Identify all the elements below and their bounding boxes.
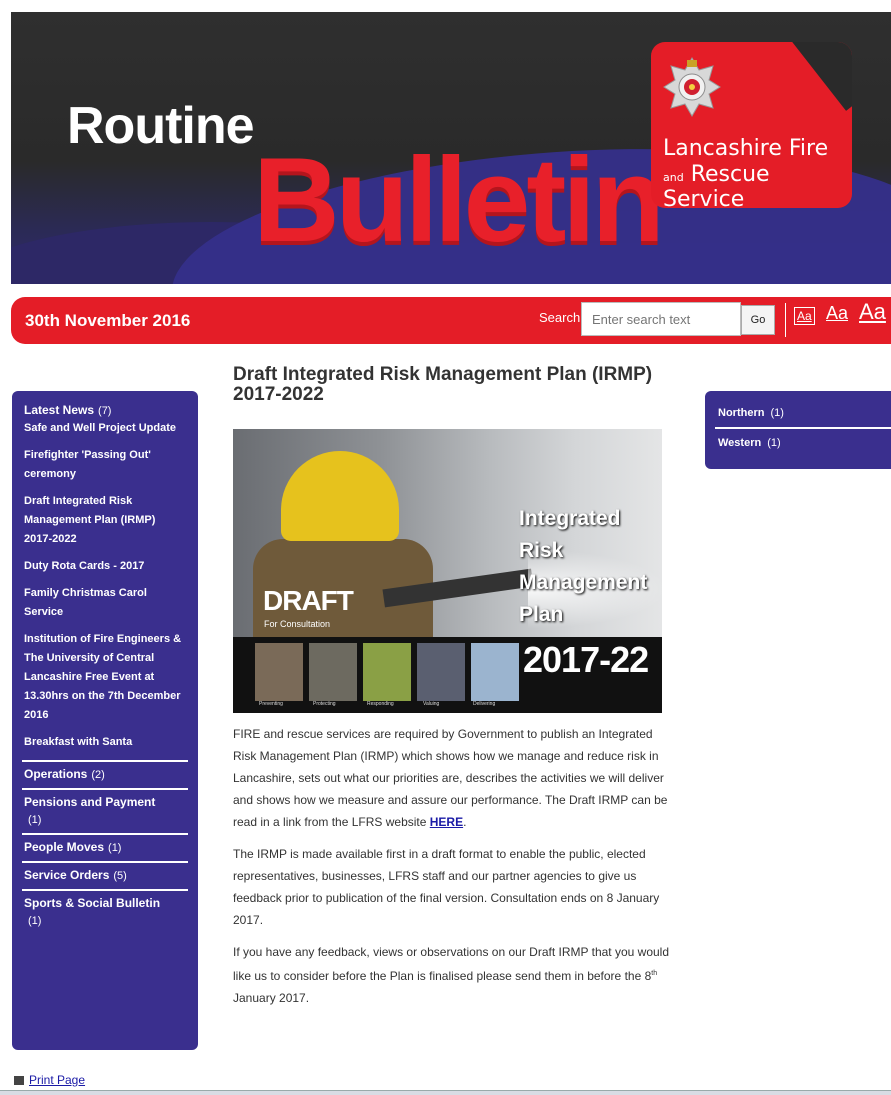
region-label: Northern bbox=[718, 407, 765, 419]
search-label: Search bbox=[539, 310, 581, 325]
print-page-label: Print Page bbox=[29, 1073, 86, 1087]
nav-category-count: (5) bbox=[113, 870, 127, 882]
logo-corner bbox=[790, 42, 852, 111]
printer-icon bbox=[14, 1076, 24, 1086]
right-sidebar: Northern (1) Western (1) bbox=[705, 391, 891, 469]
thumb-photo bbox=[309, 643, 357, 701]
region-count: (1) bbox=[767, 437, 781, 449]
left-sidebar: Latest News (7) Safe and Well Project Upd… bbox=[12, 391, 198, 1050]
image-irmp-heading: Integrated Risk Management Plan bbox=[519, 503, 647, 631]
nav-news-item[interactable]: Duty Rota Cards - 2017 bbox=[12, 557, 198, 576]
nav-news-item[interactable]: Safe and Well Project Update bbox=[12, 419, 198, 438]
nav-category-service-orders[interactable]: Service Orders (5) bbox=[22, 861, 188, 889]
image-irmp-line: Risk bbox=[519, 539, 564, 562]
paragraph-text: . bbox=[463, 815, 467, 829]
window-bottom-edge bbox=[0, 1090, 891, 1095]
nav-category-label: Operations bbox=[24, 767, 88, 781]
thumb-photo bbox=[417, 643, 465, 701]
banner-title-bulletin: Bulletin bbox=[253, 133, 665, 267]
nav-category-latest-news[interactable]: Latest News (7) bbox=[12, 401, 198, 419]
article-paragraph: If you have any feedback, views or obser… bbox=[233, 941, 671, 1009]
nav-category-operations[interactable]: Operations (2) bbox=[22, 760, 188, 788]
logo-org-name-line2: and Rescue Service bbox=[663, 162, 852, 208]
irmp-cover-image: DRAFT For Consultation Integrated Risk M… bbox=[233, 429, 662, 713]
thumb-label: Valuing bbox=[423, 701, 440, 707]
region-link-northern[interactable]: Northern (1) bbox=[705, 403, 891, 423]
search-input[interactable] bbox=[581, 302, 741, 336]
nav-category-count: (7) bbox=[98, 405, 112, 417]
bulletin-date: 30th November 2016 bbox=[25, 311, 191, 330]
nav-category-count: (1) bbox=[28, 814, 42, 826]
paragraph-superscript: th bbox=[651, 970, 658, 977]
logo-and: and bbox=[663, 171, 684, 184]
nav-category-sports-social[interactable]: Sports & Social Bulletin (1) bbox=[22, 889, 188, 934]
nav-category-label: Pensions and Payment bbox=[24, 795, 156, 809]
nav-category-label: Latest News bbox=[24, 403, 95, 417]
header-banner: Routine Bulletin Lancashire Fire and Res… bbox=[0, 0, 891, 288]
date-search-bar: 30th November 2016 Search Go Aa Aa Aa bbox=[11, 297, 891, 344]
paragraph-text: January 2017. bbox=[233, 991, 310, 1005]
image-draft-text: DRAFT bbox=[263, 585, 354, 616]
nav-category-count: (1) bbox=[108, 842, 122, 854]
banner-background: Routine Bulletin Lancashire Fire and Res… bbox=[11, 12, 891, 284]
nav-news-item[interactable]: Draft Integrated Risk Management Plan (I… bbox=[12, 492, 198, 549]
image-years-text: 2017-22 bbox=[523, 639, 649, 680]
print-page-link[interactable]: Print Page bbox=[14, 1073, 85, 1087]
fire-service-crest-icon bbox=[663, 57, 721, 117]
region-link-western[interactable]: Western (1) bbox=[705, 433, 891, 453]
image-irmp-line: Plan bbox=[519, 603, 564, 626]
paragraph-text: If you have any feedback, views or obser… bbox=[233, 945, 670, 983]
thumb-label: Preventing bbox=[259, 701, 283, 707]
article: Draft Integrated Risk Management Plan (I… bbox=[233, 365, 673, 1009]
article-title: Draft Integrated Risk Management Plan (I… bbox=[233, 364, 653, 405]
nav-category-people-moves[interactable]: People Moves (1) bbox=[22, 833, 188, 861]
nav-category-count: (2) bbox=[91, 769, 105, 781]
nav-news-item[interactable]: Institution of Fire Engineers & The Univ… bbox=[12, 630, 198, 725]
divider bbox=[715, 427, 891, 429]
thumb-photo bbox=[255, 643, 303, 701]
image-for-consultation-text: For Consultation bbox=[264, 619, 331, 629]
font-size-large-button[interactable]: Aa bbox=[859, 299, 886, 325]
divider bbox=[785, 303, 786, 337]
lfrs-logo: Lancashire Fire and Rescue Service bbox=[651, 42, 852, 208]
nav-category-count: (1) bbox=[28, 915, 42, 927]
image-irmp-line: Integrated bbox=[519, 507, 621, 530]
thumb-label: Delivering bbox=[473, 701, 496, 707]
nav-category-label: People Moves bbox=[24, 840, 105, 854]
font-size-small-button[interactable]: Aa bbox=[794, 307, 815, 325]
paragraph-text: FIRE and rescue services are required by… bbox=[233, 727, 668, 829]
thumb-photo bbox=[471, 643, 519, 701]
region-label: Western bbox=[718, 437, 762, 449]
nav-news-item[interactable]: Breakfast with Santa bbox=[12, 733, 198, 752]
nav-news-item[interactable]: Family Christmas Carol Service bbox=[12, 584, 198, 622]
nav-news-item[interactable]: Firefighter 'Passing Out' ceremony bbox=[12, 446, 198, 484]
banner-title-routine: Routine bbox=[67, 97, 255, 155]
logo-org-name-line1: Lancashire Fire bbox=[663, 136, 829, 161]
logo-rescue-service: Rescue Service bbox=[663, 162, 770, 208]
nav-category-label: Sports & Social Bulletin bbox=[24, 896, 161, 910]
thumb-label: Responding bbox=[367, 701, 394, 707]
nav-category-pensions[interactable]: Pensions and Payment (1) bbox=[22, 788, 188, 833]
thumb-label: Protecting bbox=[313, 701, 336, 707]
article-paragraph: The IRMP is made available first in a dr… bbox=[233, 847, 660, 927]
search-go-button[interactable]: Go bbox=[741, 305, 775, 335]
nav-category-label: Service Orders bbox=[24, 868, 110, 882]
article-paragraph: FIRE and rescue services are required by… bbox=[233, 723, 671, 833]
image-irmp-line: Management bbox=[519, 571, 648, 594]
font-size-medium-button[interactable]: Aa bbox=[826, 303, 848, 324]
region-count: (1) bbox=[770, 407, 784, 419]
irmp-link[interactable]: HERE bbox=[430, 815, 463, 829]
thumb-photo bbox=[363, 643, 411, 701]
